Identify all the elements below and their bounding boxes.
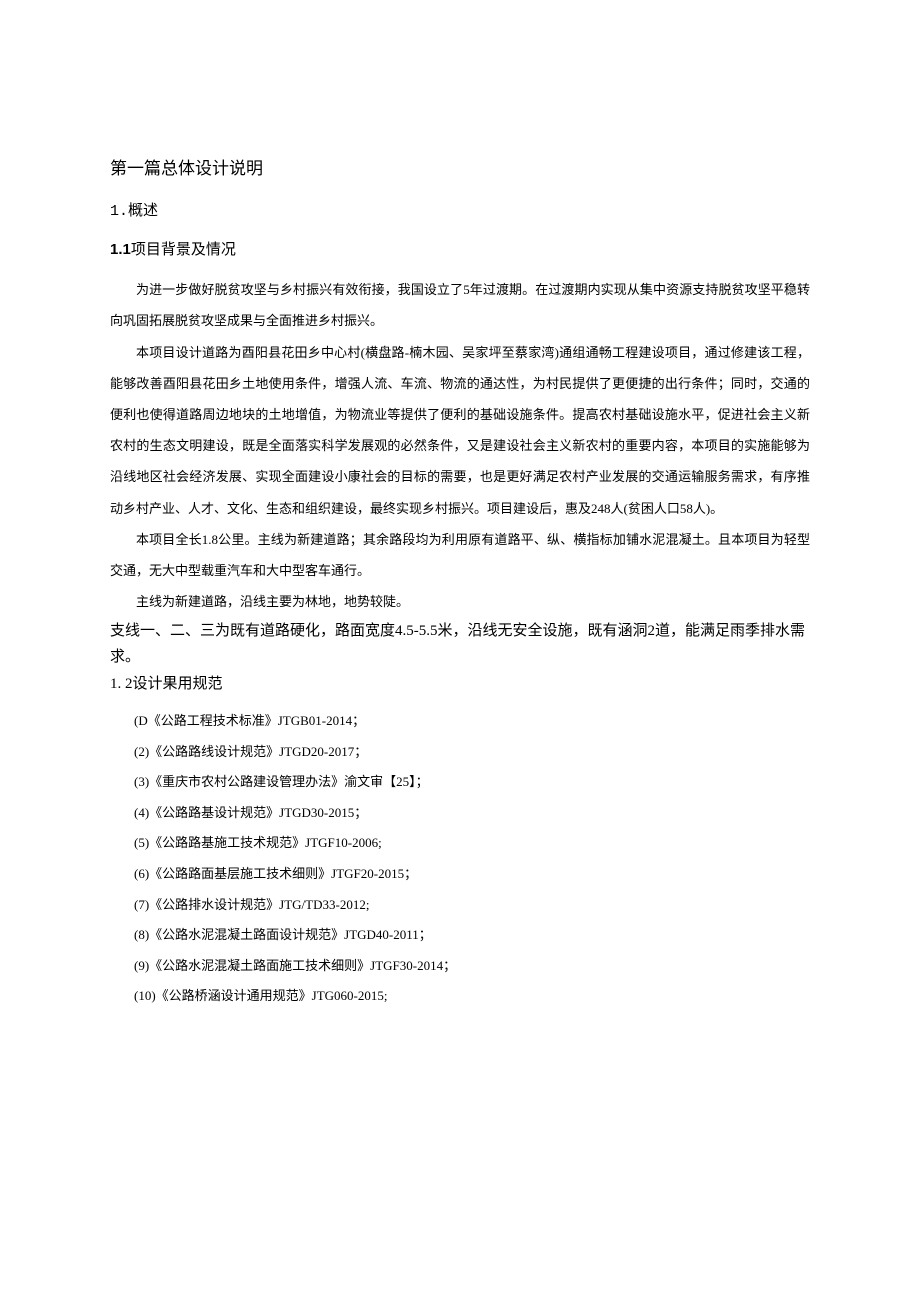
list-item: (D《公路工程技术标准》JTGB01-2014；: [134, 706, 810, 737]
list-item: (3)《重庆市农村公路建设管理办法》渝文审【25】；: [134, 767, 810, 798]
paragraph-group: 为进一步做好脱贫攻坚与乡村振兴有效衔接，我国设立了5年过渡期。在过渡期内实现从集…: [110, 274, 810, 617]
subsection-label-standards: 设计果用规范: [133, 676, 223, 692]
list-item: (5)《公路路基施工技术规范》JTGF10-2006;: [134, 828, 810, 859]
list-item: (7)《公路排水设计规范》JTG/TD33-2012;: [134, 890, 810, 921]
paragraph-intro-2: 本项目设计道路为酉阳县花田乡中心村(横盘路-楠木园、吴家坪至蔡家湾)通组通畅工程…: [110, 337, 810, 524]
paragraph-intro-3: 本项目全长1.8公里。主线为新建道路；其余路段均为利用原有道路平、纵、横指标加铺…: [110, 524, 810, 586]
list-item: (4)《公路路基设计规范》JTGD30-2015；: [134, 798, 810, 829]
subsection-num-1-2: 1. 2: [110, 676, 133, 692]
plain-line-branch: 支线一、二、三为既有道路硬化，路面宽度4.5-5.5米，沿线无安全设施，既有涵洞…: [110, 619, 810, 670]
paragraph-intro-1: 为进一步做好脱贫攻坚与乡村振兴有效衔接，我国设立了5年过渡期。在过渡期内实现从集…: [110, 274, 810, 336]
list-item: (8)《公路水泥混凝土路面设计规范》JTGD40-2011；: [134, 920, 810, 951]
list-item: (10)《公路桥涵设计通用规范》JTG060-2015;: [134, 981, 810, 1012]
subsection-title-background: 1.1项目背景及情况: [110, 238, 810, 262]
subsection-title-standards: 1. 2设计果用规范: [110, 672, 810, 696]
chapter-title: 第一篇总体设计说明: [110, 155, 810, 182]
paragraph-intro-4: 主线为新建道路，沿线主要为林地，地势较陡。: [110, 586, 810, 617]
subsection-label-background: 项目背景及情况: [131, 242, 236, 258]
list-item: (6)《公路路面基层施工技术细则》JTGF20-2015；: [134, 859, 810, 890]
section-number-overview: 1.概述: [110, 200, 810, 224]
list-item: (2)《公路路线设计规范》JTGD20-2017；: [134, 737, 810, 768]
reference-list: (D《公路工程技术标准》JTGB01-2014； (2)《公路路线设计规范》JT…: [110, 706, 810, 1011]
list-item: (9)《公路水泥混凝土路面施工技术细则》JTGF30-2014；: [134, 951, 810, 982]
subsection-num-1-1: 1.1: [110, 241, 131, 258]
